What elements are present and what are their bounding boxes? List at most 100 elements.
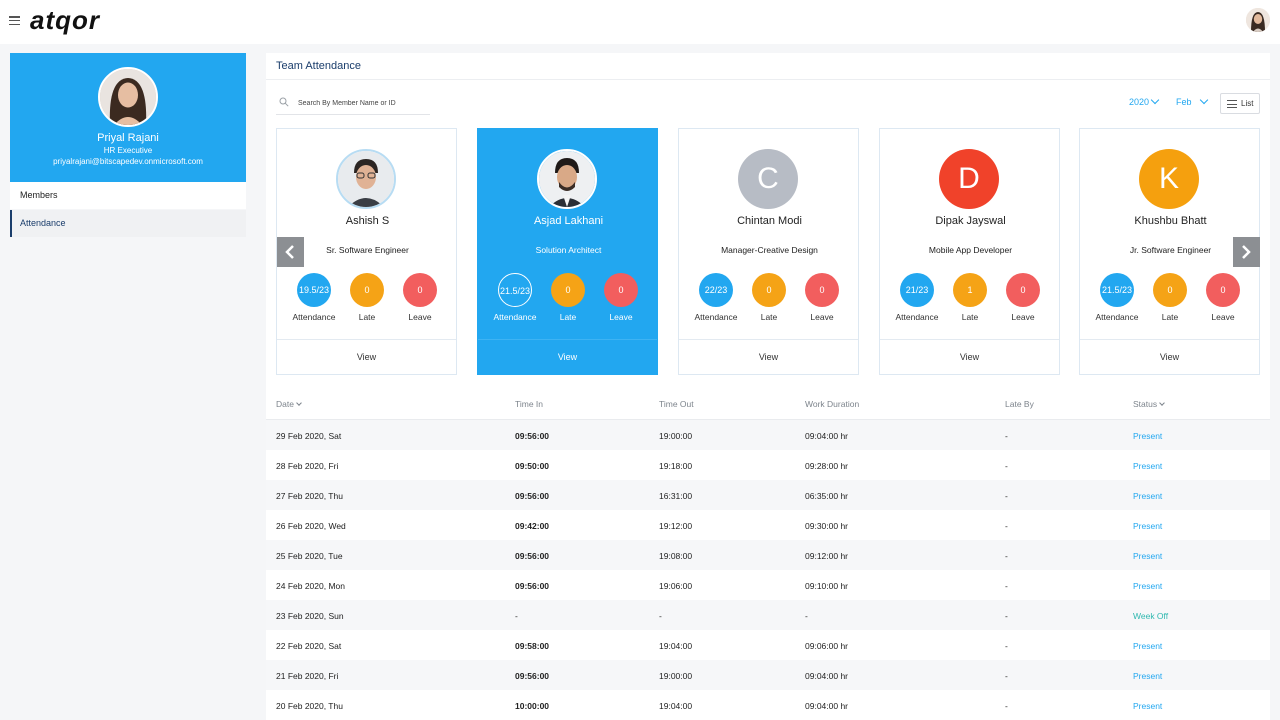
month-dropdown[interactable]: Feb: [1176, 95, 1208, 107]
date-cell: 24 Feb 2020, Mon: [276, 581, 345, 591]
sidebar: Priyal Rajani HR Executive priyalrajani@…: [0, 44, 256, 720]
chevron-down-icon: [1150, 95, 1160, 105]
view-button[interactable]: View: [478, 352, 657, 362]
search-input[interactable]: [298, 96, 428, 111]
member-card-selected[interactable]: Asjad Lakhani Solution Architect 21.5/23…: [477, 128, 658, 375]
view-button[interactable]: View: [1080, 352, 1259, 362]
year-value: 2020: [1129, 97, 1150, 107]
divider: [679, 339, 858, 340]
view-button[interactable]: View: [880, 352, 1059, 362]
chevron-right-icon: [1242, 245, 1251, 259]
attendance-table: Date Time In Time Out Work Duration Late…: [266, 388, 1270, 720]
date-cell: 26 Feb 2020, Wed: [276, 521, 346, 531]
attendance-count: 21.5/23: [498, 273, 532, 307]
time-in-cell: 09:56:00: [515, 671, 550, 681]
attendance-stat: 22/23 Attendance: [691, 273, 741, 322]
late-count: 0: [551, 273, 585, 307]
time-out-cell: 19:06:00: [659, 581, 693, 591]
user-avatar[interactable]: [1246, 8, 1270, 32]
chevron-down-icon: [1159, 400, 1165, 406]
leave-count: 0: [403, 273, 437, 307]
late-by-cell: -: [1005, 671, 1008, 681]
list-label: List: [1241, 99, 1254, 108]
leave-label: Leave: [1211, 312, 1235, 322]
view-button[interactable]: View: [679, 352, 858, 362]
main-panel: Team Attendance 2020 Feb List: [266, 53, 1270, 720]
leave-label: Leave: [810, 312, 834, 322]
time-in-cell: 09:58:00: [515, 641, 550, 651]
panel-header: Team Attendance: [266, 53, 1270, 80]
view-button[interactable]: View: [277, 352, 456, 362]
time-in-cell: 09:50:00: [515, 461, 550, 471]
status-cell: Present: [1133, 701, 1163, 711]
late-stat: 0 Late: [342, 273, 392, 322]
time-out-column-header: Time Out: [659, 399, 694, 409]
leave-label: Leave: [1011, 312, 1035, 322]
date-cell: 28 Feb 2020, Fri: [276, 461, 339, 471]
page-title: Team Attendance: [276, 60, 362, 72]
status-cell: Present: [1133, 521, 1163, 531]
list-view-button[interactable]: List: [1220, 93, 1260, 114]
leave-count: 0: [604, 273, 638, 307]
late-count: 0: [1153, 273, 1187, 307]
chevron-left-icon: [285, 245, 294, 259]
late-count: 0: [752, 273, 786, 307]
late-stat: 1 Late: [945, 273, 995, 322]
search-icon: [279, 97, 289, 107]
search-bar: [276, 93, 430, 115]
member-initial-avatar: K: [1139, 149, 1199, 209]
status-cell: Week Off: [1133, 611, 1169, 621]
sidebar-item-members[interactable]: Members: [10, 182, 246, 209]
attendance-count: 19.5/23: [297, 273, 331, 307]
profile-email: priyalrajani@bitscapedev.onmicrosoft.com: [53, 157, 203, 166]
year-dropdown[interactable]: 2020: [1129, 95, 1160, 107]
duration-cell: 06:35:00 hr: [805, 491, 849, 501]
time-in-cell: -: [515, 611, 518, 621]
date-column-header[interactable]: Date: [276, 399, 302, 409]
member-avatar: [537, 149, 597, 209]
time-out-cell: 19:18:00: [659, 461, 693, 471]
duration-cell: 09:28:00 hr: [805, 461, 849, 471]
late-count: 0: [350, 273, 384, 307]
late-by-cell: -: [1005, 701, 1008, 711]
duration-cell: 09:06:00 hr: [805, 641, 849, 651]
attendance-label: Attendance: [1095, 312, 1139, 322]
month-value: Feb: [1176, 97, 1192, 107]
time-out-cell: 19:04:00: [659, 701, 693, 711]
table-row: 28 Feb 2020, Fri 09:50:00 19:18:00 09:28…: [266, 450, 1270, 480]
menu-icon[interactable]: [9, 16, 20, 26]
late-by-cell: -: [1005, 551, 1008, 561]
duration-cell: 09:04:00 hr: [805, 701, 849, 711]
leave-stat: 0 Leave: [395, 273, 445, 322]
member-name: Dipak Jayswal: [935, 215, 1006, 227]
chevron-down-icon: [1199, 95, 1208, 105]
member-card[interactable]: C Chintan Modi Manager-Creative Design 2…: [678, 128, 859, 375]
member-card[interactable]: D Dipak Jayswal Mobile App Developer 21/…: [879, 128, 1060, 375]
late-label: Late: [760, 312, 778, 322]
leave-label: Leave: [408, 312, 432, 322]
status-cell: Present: [1133, 431, 1163, 441]
late-by-cell: -: [1005, 581, 1008, 591]
sidebar-item-attendance[interactable]: Attendance: [10, 210, 246, 237]
table-row: 22 Feb 2020, Sat 09:58:00 19:04:00 09:06…: [266, 630, 1270, 660]
member-title: Manager-Creative Design: [721, 245, 818, 255]
table-row: 27 Feb 2020, Thu 09:56:00 16:31:00 06:35…: [266, 480, 1270, 510]
member-initial-avatar: D: [939, 149, 999, 209]
date-cell: 22 Feb 2020, Sat: [276, 641, 342, 651]
app-logo[interactable]: atqor: [30, 4, 122, 36]
leave-count: 0: [1006, 273, 1040, 307]
status-cell: Present: [1133, 671, 1163, 681]
profile-role: HR Executive: [103, 146, 153, 155]
late-count: 1: [953, 273, 987, 307]
carousel-next-button[interactable]: [1233, 237, 1260, 267]
late-stat: 0 Late: [543, 273, 593, 322]
time-out-cell: -: [659, 611, 662, 621]
status-column-header[interactable]: Status: [1133, 399, 1165, 409]
status-cell: Present: [1133, 491, 1163, 501]
carousel-prev-button[interactable]: [277, 237, 304, 267]
attendance-stat: 21/23 Attendance: [892, 273, 942, 322]
member-name: Ashish S: [345, 215, 390, 227]
leave-stat: 0 Leave: [998, 273, 1048, 322]
duration-cell: 09:30:00 hr: [805, 521, 849, 531]
attendance-label: Attendance: [493, 312, 537, 322]
